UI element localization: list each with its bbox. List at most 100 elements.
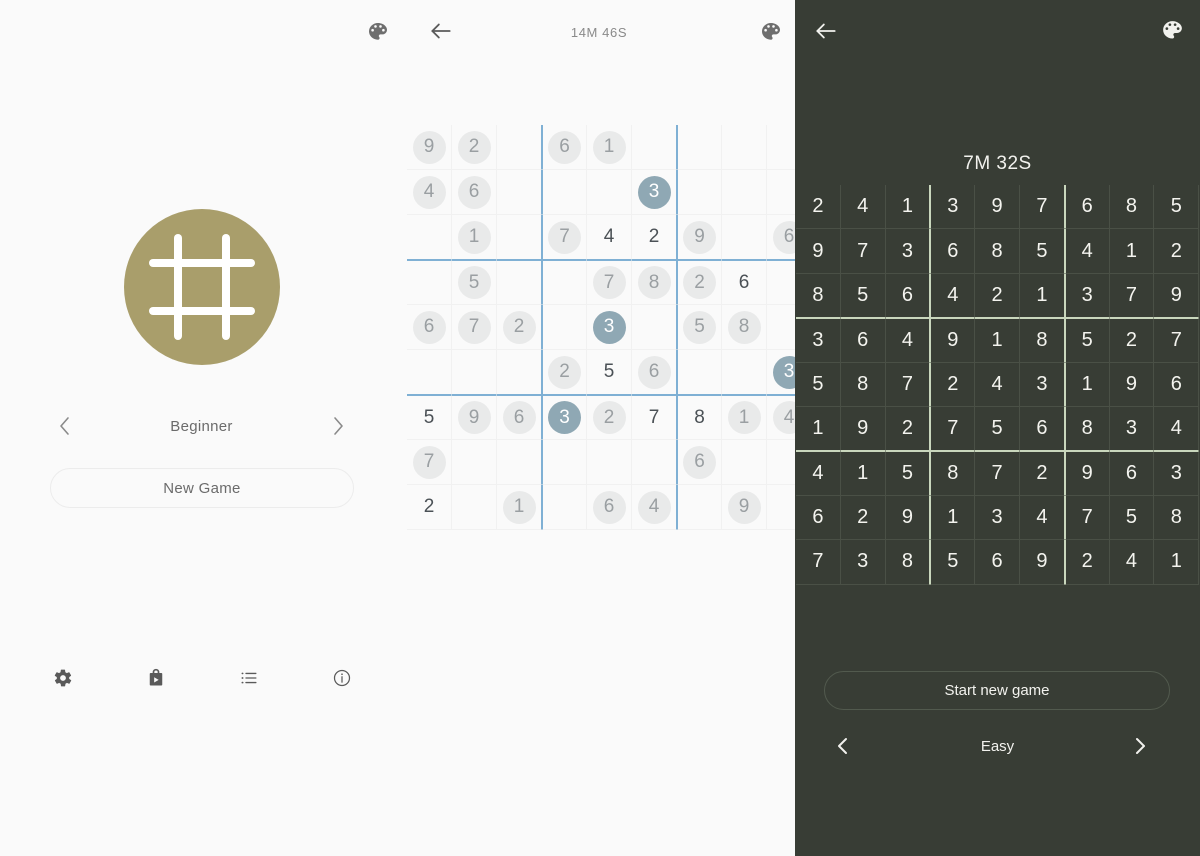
light-cell-r8-c2[interactable] [452, 440, 497, 485]
light-cell-r5-c3[interactable]: 2 [497, 305, 542, 350]
light-cell-r8-c4[interactable] [542, 440, 587, 485]
light-cell-r6-c5[interactable]: 5 [587, 350, 632, 395]
dark-cell-r7-c1[interactable]: 4 [796, 451, 841, 496]
light-cell-r1-c4[interactable]: 6 [542, 125, 587, 170]
new-game-button[interactable]: New Game [50, 468, 354, 508]
dark-cell-r9-c7[interactable]: 2 [1064, 540, 1110, 585]
light-cell-r6-c3[interactable] [497, 350, 542, 395]
dark-cell-r8-c3[interactable]: 9 [885, 495, 931, 541]
dark-cell-r2-c6[interactable]: 5 [1019, 229, 1065, 274]
dark-cell-r7-c7[interactable]: 9 [1064, 451, 1110, 496]
dark-cell-r9-c1[interactable]: 7 [796, 540, 841, 585]
dark-cell-r1-c3[interactable]: 1 [885, 185, 931, 230]
light-cell-r5-c9[interactable] [767, 305, 795, 350]
dark-cell-r1-c9[interactable]: 5 [1154, 185, 1200, 230]
difficulty-prev-button[interactable] [50, 412, 78, 440]
light-cell-r2-c8[interactable] [722, 170, 767, 215]
light-cell-r1-c8[interactable] [722, 125, 767, 170]
dark-cell-r6-c7[interactable]: 8 [1064, 406, 1110, 452]
light-cell-r8-c1[interactable]: 7 [407, 440, 452, 485]
light-cell-r7-c6[interactable]: 7 [632, 395, 677, 440]
light-cell-r2-c6[interactable]: 3 [632, 170, 677, 215]
light-cell-r8-c6[interactable] [632, 440, 677, 485]
light-cell-r2-c4[interactable] [542, 170, 587, 215]
light-cell-r6-c6[interactable]: 6 [632, 350, 677, 395]
light-cell-r5-c2[interactable]: 7 [452, 305, 497, 350]
dark-cell-r5-c8[interactable]: 9 [1109, 362, 1155, 407]
light-cell-r9-c8[interactable]: 9 [722, 485, 767, 530]
dark-cell-r2-c2[interactable]: 7 [840, 229, 886, 274]
dark-cell-r5-c7[interactable]: 1 [1064, 362, 1110, 407]
dark-cell-r6-c3[interactable]: 2 [885, 406, 931, 452]
difficulty-next-button[interactable] [325, 412, 353, 440]
light-cell-r9-c7[interactable] [677, 485, 722, 530]
light-cell-r2-c3[interactable] [497, 170, 542, 215]
light-cell-r3-c1[interactable] [407, 215, 452, 260]
dark-cell-r8-c7[interactable]: 7 [1064, 495, 1110, 541]
light-cell-r8-c7[interactable]: 6 [677, 440, 722, 485]
dark-cell-r4-c1[interactable]: 3 [796, 318, 841, 363]
light-cell-r9-c2[interactable] [452, 485, 497, 530]
dark-cell-r5-c4[interactable]: 2 [930, 362, 976, 407]
light-cell-r8-c3[interactable] [497, 440, 542, 485]
dark-cell-r3-c1[interactable]: 8 [796, 273, 841, 319]
dark-cell-r8-c4[interactable]: 1 [930, 495, 976, 541]
light-cell-r5-c5[interactable]: 3 [587, 305, 632, 350]
light-cell-r5-c6[interactable] [632, 305, 677, 350]
dark-cell-r7-c5[interactable]: 7 [975, 451, 1020, 496]
dark-cell-r2-c5[interactable]: 8 [975, 229, 1020, 274]
dark-cell-r4-c6[interactable]: 8 [1019, 318, 1065, 363]
light-cell-r2-c1[interactable]: 4 [407, 170, 452, 215]
light-cell-r2-c9[interactable] [767, 170, 795, 215]
info-icon[interactable] [324, 660, 360, 696]
difficulty-selector[interactable]: Beginner [50, 412, 353, 440]
light-cell-r2-c5[interactable] [587, 170, 632, 215]
back-arrow-icon[interactable] [428, 18, 454, 44]
light-cell-r4-c1[interactable] [407, 260, 452, 305]
back-arrow-icon[interactable] [813, 18, 839, 44]
light-cell-r8-c8[interactable] [722, 440, 767, 485]
dark-cell-r4-c7[interactable]: 5 [1064, 318, 1110, 363]
light-cell-r6-c4[interactable]: 2 [542, 350, 587, 395]
dark-cell-r1-c6[interactable]: 7 [1019, 185, 1065, 230]
dark-cell-r7-c3[interactable]: 5 [885, 451, 931, 496]
light-cell-r4-c6[interactable]: 8 [632, 260, 677, 305]
dark-cell-r1-c1[interactable]: 2 [796, 185, 841, 230]
light-cell-r4-c8[interactable]: 6 [722, 260, 767, 305]
light-cell-r4-c3[interactable] [497, 260, 542, 305]
dark-cell-r9-c5[interactable]: 6 [975, 540, 1020, 585]
light-cell-r2-c2[interactable]: 6 [452, 170, 497, 215]
list-icon[interactable] [231, 660, 267, 696]
dark-cell-r4-c9[interactable]: 7 [1154, 318, 1200, 363]
dark-cell-r8-c9[interactable]: 8 [1154, 495, 1200, 541]
dark-cell-r2-c4[interactable]: 6 [930, 229, 976, 274]
light-cell-r4-c4[interactable] [542, 260, 587, 305]
dark-difficulty-prev-button[interactable] [835, 735, 861, 757]
dark-cell-r4-c8[interactable]: 2 [1109, 318, 1155, 363]
dark-cell-r3-c7[interactable]: 3 [1064, 273, 1110, 319]
dark-cell-r4-c2[interactable]: 6 [840, 318, 886, 363]
light-cell-r9-c4[interactable] [542, 485, 587, 530]
dark-cell-r3-c3[interactable]: 6 [885, 273, 931, 319]
dark-cell-r5-c2[interactable]: 8 [840, 362, 886, 407]
light-cell-r9-c5[interactable]: 6 [587, 485, 632, 530]
dark-cell-r3-c5[interactable]: 2 [975, 273, 1020, 319]
dark-cell-r6-c2[interactable]: 9 [840, 406, 886, 452]
dark-cell-r9-c9[interactable]: 1 [1154, 540, 1200, 585]
light-cell-r3-c9[interactable]: 6 [767, 215, 795, 260]
light-cell-r7-c8[interactable]: 1 [722, 395, 767, 440]
dark-cell-r3-c6[interactable]: 1 [1019, 273, 1065, 319]
dark-cell-r2-c9[interactable]: 2 [1154, 229, 1200, 274]
dark-cell-r9-c6[interactable]: 9 [1019, 540, 1065, 585]
dark-cell-r5-c1[interactable]: 5 [796, 362, 841, 407]
dark-cell-r8-c2[interactable]: 2 [840, 495, 886, 541]
dark-cell-r1-c8[interactable]: 8 [1109, 185, 1155, 230]
light-cell-r1-c2[interactable]: 2 [452, 125, 497, 170]
light-cell-r9-c9[interactable] [767, 485, 795, 530]
dark-cell-r9-c3[interactable]: 8 [885, 540, 931, 585]
dark-cell-r1-c7[interactable]: 6 [1064, 185, 1110, 230]
light-cell-r6-c9[interactable]: 3 [767, 350, 795, 395]
light-cell-r6-c2[interactable] [452, 350, 497, 395]
light-cell-r7-c3[interactable]: 6 [497, 395, 542, 440]
light-cell-r3-c7[interactable]: 9 [677, 215, 722, 260]
